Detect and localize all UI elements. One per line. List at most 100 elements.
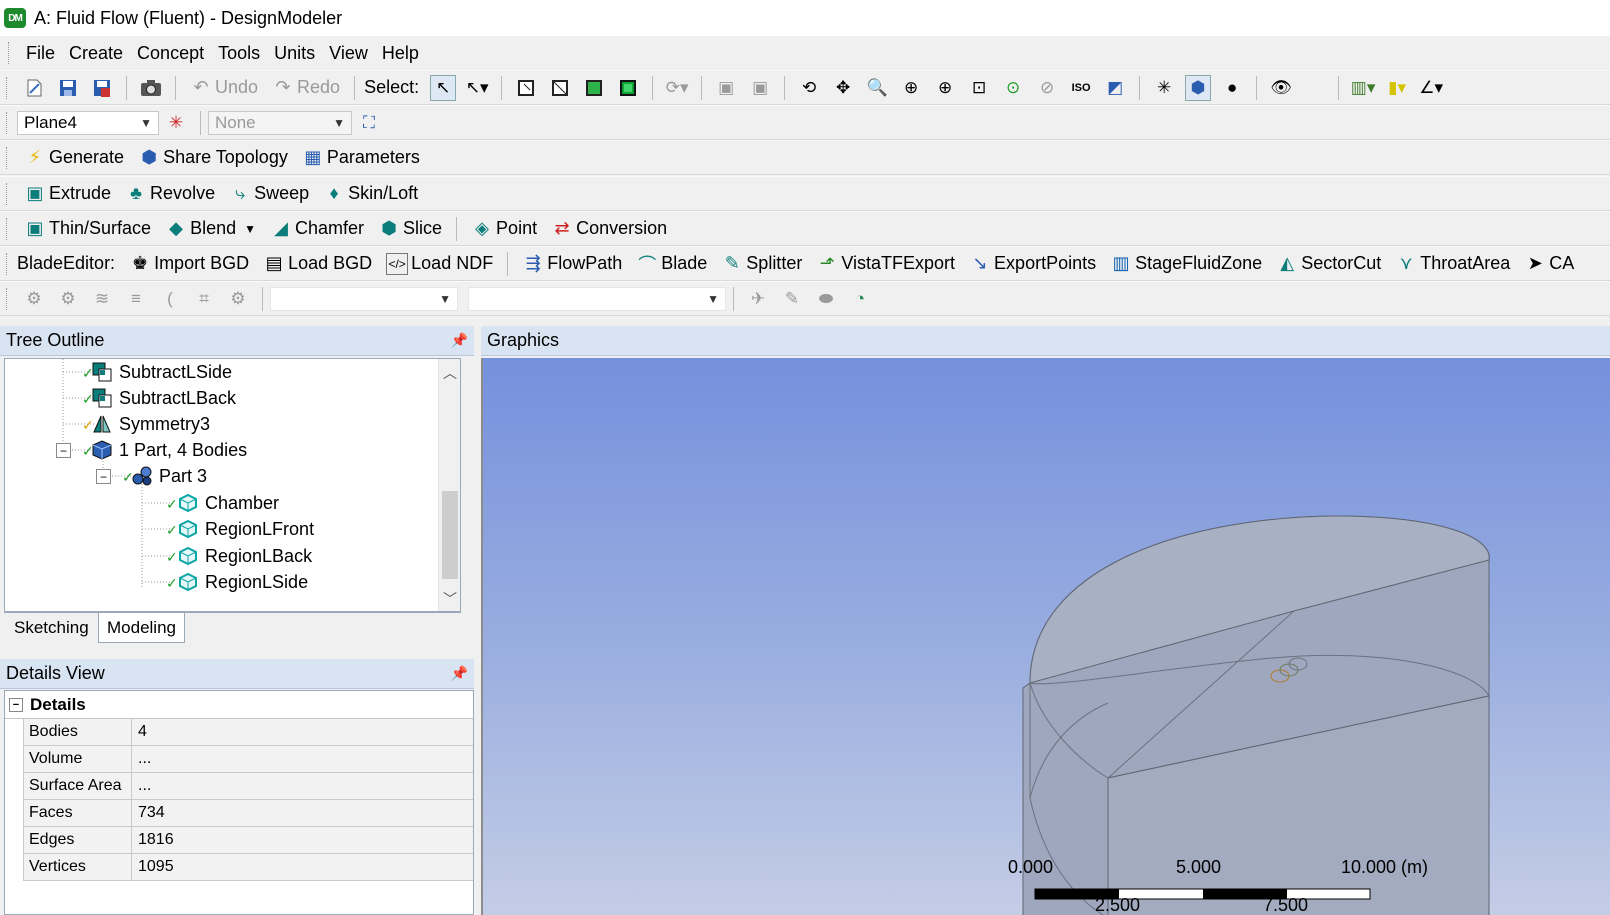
iso-view-icon[interactable]: ISO xyxy=(1068,75,1094,101)
model-view[interactable] xyxy=(483,358,1610,915)
display-model-icon[interactable]: ⬢ xyxy=(1185,74,1212,101)
sketch-select[interactable]: None ▼ xyxy=(208,110,352,135)
blade-button[interactable]: ⌒ Blade xyxy=(636,253,707,275)
share-topology-button[interactable]: ⬢ Share Topology xyxy=(138,147,288,169)
select-points-icon[interactable] xyxy=(513,75,539,101)
zoom-icon[interactable]: 🔍 xyxy=(864,75,890,101)
tree-item-subtractlback[interactable]: ✓ SubtractLBack xyxy=(82,385,236,411)
tool-i-icon[interactable]: ✎ xyxy=(779,286,805,312)
ruler-icon[interactable]: ∠▾ xyxy=(1418,75,1444,101)
menu-file[interactable]: File xyxy=(19,43,62,64)
flowpath-button[interactable]: ⇶ FlowPath xyxy=(522,253,623,275)
select-faces-icon[interactable] xyxy=(581,75,607,101)
redo-button[interactable]: ↷ Redo xyxy=(272,77,340,99)
tree-item-regionlback[interactable]: ✓ RegionLBack xyxy=(166,543,312,569)
new-plane-icon[interactable]: ✳ xyxy=(163,110,189,136)
tree-item-parts[interactable]: − ✓ 1 Part, 4 Bodies xyxy=(56,437,247,463)
parameters-button[interactable]: ▦ Parameters xyxy=(302,147,420,169)
extrude-button[interactable]: ▣ Extrude xyxy=(24,183,111,205)
tool-e-icon[interactable]: ( xyxy=(157,286,183,312)
tool-f-icon[interactable]: ⌗ xyxy=(191,286,217,312)
save-icon[interactable] xyxy=(55,75,81,101)
menu-help[interactable]: Help xyxy=(375,43,426,64)
tool-g-icon[interactable]: ⚙ xyxy=(225,286,251,312)
tool-a-icon[interactable]: ⚙ xyxy=(21,286,47,312)
new-icon[interactable] xyxy=(21,75,47,101)
menu-concept[interactable]: Concept xyxy=(130,43,211,64)
load-ndf-button[interactable]: </> Load NDF xyxy=(386,252,493,275)
select-edges-icon[interactable] xyxy=(547,75,573,101)
tool-d-icon[interactable]: ≡ xyxy=(123,286,149,312)
menu-view[interactable]: View xyxy=(322,43,375,64)
thin-surface-button[interactable]: ▣ Thin/Surface xyxy=(24,218,151,240)
zoom-in-icon[interactable]: ⊕ xyxy=(932,75,958,101)
save-as-icon[interactable] xyxy=(89,75,115,101)
display-plane-icon[interactable]: ◩ xyxy=(1102,75,1128,101)
tool-b-icon[interactable]: ⚙ xyxy=(55,286,81,312)
select-bodies-icon[interactable] xyxy=(615,75,641,101)
pin-icon[interactable]: 📌 xyxy=(451,332,468,349)
scroll-down-icon[interactable]: ﹀ xyxy=(439,589,460,609)
tree-item-chamber[interactable]: ✓ Chamber xyxy=(166,490,279,516)
tool-k-icon[interactable]: ◔ xyxy=(847,286,873,312)
rotate-icon[interactable]: ⟲ xyxy=(796,75,822,101)
stage-fluid-zone-button[interactable]: ▥ StageFluidZone xyxy=(1110,253,1263,275)
tab-sketching[interactable]: Sketching xyxy=(6,613,97,643)
pin-icon[interactable]: 📌 xyxy=(451,665,468,682)
menu-units[interactable]: Units xyxy=(267,43,322,64)
undo-button[interactable]: ↶ Undo xyxy=(190,77,258,99)
new-sketch-icon[interactable]: ⛶ xyxy=(356,110,382,136)
tree-item-part-3[interactable]: − ✓ Part 3 xyxy=(96,463,207,489)
box-zoom-icon[interactable]: ⊕ xyxy=(898,75,924,101)
tree-item-regionlfront[interactable]: ✓ RegionLFront xyxy=(166,516,314,542)
point-button[interactable]: ◈ Point xyxy=(471,218,537,240)
empty-select-2[interactable]: ▼ xyxy=(468,286,726,311)
triad-icon[interactable]: ✳ xyxy=(1151,75,1177,101)
details-group[interactable]: − Details xyxy=(5,691,473,719)
select-mode-dropdown-icon[interactable]: ↖▾ xyxy=(464,75,490,101)
splitter-button[interactable]: ✎ Splitter xyxy=(721,253,803,275)
tool-c-icon[interactable]: ≋ xyxy=(89,286,115,312)
vista-tf-export-button[interactable]: ⬏ VistaTFExport xyxy=(816,253,955,275)
tool-h-icon[interactable]: ✈ xyxy=(745,286,771,312)
details-row-volume[interactable]: Volume ... xyxy=(23,746,473,773)
generate-button[interactable]: ⚡ Generate xyxy=(24,147,124,169)
collapse-icon[interactable]: − xyxy=(96,469,111,484)
pan-icon[interactable]: ✥ xyxy=(830,75,856,101)
look-at-icon[interactable]: 👁 xyxy=(1268,75,1294,101)
scrollbar-thumb[interactable] xyxy=(442,491,458,579)
collapse-icon[interactable]: − xyxy=(9,697,23,712)
sweep-button[interactable]: ⤷ Sweep xyxy=(229,183,309,205)
details-row-surface-area[interactable]: Surface Area ... xyxy=(23,773,473,800)
color-icon[interactable]: ▮▾ xyxy=(1384,75,1410,101)
plane-select[interactable]: Plane4 ▼ xyxy=(17,110,159,135)
magnifier-icon[interactable]: ⊘ xyxy=(1034,75,1060,101)
ca-button[interactable]: ➤ CA xyxy=(1524,253,1575,275)
box-select-icon[interactable]: ▣ xyxy=(713,75,739,101)
menu-create[interactable]: Create xyxy=(62,43,130,64)
layout-icon[interactable]: ▥▾ xyxy=(1350,75,1376,101)
tree-scrollbar[interactable]: ︿ ﹀ xyxy=(438,359,460,611)
skin-loft-button[interactable]: ♦ Skin/Loft xyxy=(323,183,419,205)
box-select-all-icon[interactable]: ▣ xyxy=(747,75,773,101)
empty-select-1[interactable]: ▼ xyxy=(270,286,458,311)
tree-item-regionlside[interactable]: ✓ RegionLSide xyxy=(166,569,308,595)
chevron-down-icon[interactable]: ▼ xyxy=(244,222,256,236)
graphics-viewport[interactable]: 0.000 5.000 10.000 (m) 2.500 7.500 xyxy=(481,358,1610,915)
import-bgd-button[interactable]: ♚ Import BGD xyxy=(129,253,249,275)
zoom-green-icon[interactable]: ⊙ xyxy=(1000,75,1026,101)
sector-cut-button[interactable]: ◭ SectorCut xyxy=(1276,253,1381,275)
zoom-to-fit-icon[interactable]: ⊡ xyxy=(966,75,992,101)
tree-item-symmetry3[interactable]: ✓ Symmetry3 xyxy=(82,411,210,437)
details-row-vertices[interactable]: Vertices 1095 xyxy=(23,854,473,881)
revolve-button[interactable]: ♣ Revolve xyxy=(125,183,215,205)
details-row-edges[interactable]: Edges 1816 xyxy=(23,827,473,854)
details-row-faces[interactable]: Faces 734 xyxy=(23,800,473,827)
scroll-up-icon[interactable]: ︿ xyxy=(439,363,460,383)
export-points-button[interactable]: ↘ ExportPoints xyxy=(969,253,1097,275)
menu-tools[interactable]: Tools xyxy=(211,43,267,64)
blend-button[interactable]: ◆ Blend ▼ xyxy=(165,218,256,240)
screenshot-icon[interactable] xyxy=(138,75,164,101)
tool-j-icon[interactable]: ⬬ xyxy=(813,286,839,312)
single-select-icon[interactable]: ↖ xyxy=(430,74,457,101)
